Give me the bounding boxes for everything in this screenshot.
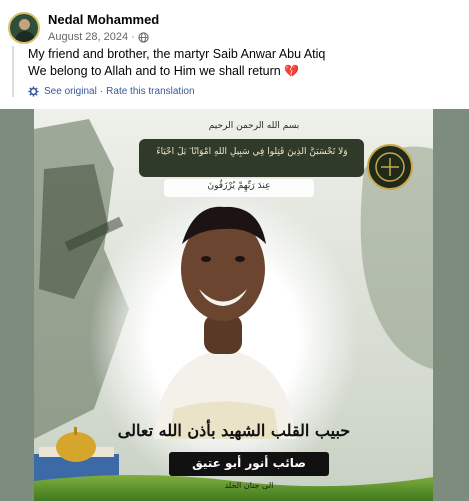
rate-translation-link[interactable]: Rate this translation (106, 86, 194, 97)
post-date[interactable]: August 28, 2024 (48, 30, 128, 45)
post-line-2: We belong to Allah and to Him we shall r… (28, 63, 459, 80)
facebook-post: Nedal Mohammed August 28, 2024 · My frie… (0, 0, 469, 501)
author-name[interactable]: Nedal Mohammed (48, 12, 159, 28)
translation-bar: See original · Rate this translation (28, 86, 459, 97)
post-image-area[interactable]: بسم الله الرحمن الرحيم وَلَا تَحْسَبَنَّ… (0, 109, 469, 501)
broken-heart-emoji: 💔 (284, 64, 300, 78)
poster-title-line: حبيب القلب الشهيد بأذن الله تعالى (117, 421, 351, 440)
post-text: My friend and brother, the martyr Saib A… (12, 46, 459, 97)
translate-separator: · (99, 86, 104, 97)
poster-bismillah: بسم الله الرحمن الرحيم (208, 121, 300, 131)
post-meta: Nedal Mohammed August 28, 2024 · (48, 12, 159, 45)
poster-quran-verse: وَلَا تَحْسَبَنَّ الَّذِينَ قُتِلُوا فِي… (156, 147, 348, 157)
post-line-1: My friend and brother, the martyr Saib A… (28, 47, 326, 61)
poster-footer: الى جنان الخلد (224, 481, 274, 490)
post-subline: August 28, 2024 · (48, 30, 159, 45)
globe-icon[interactable] (138, 31, 149, 43)
poster-name: صائب أنور أبو عتيق (192, 456, 306, 470)
avatar[interactable] (8, 12, 40, 44)
post-header: Nedal Mohammed August 28, 2024 · (8, 10, 159, 46)
poster-artwork (34, 109, 433, 501)
see-original-link[interactable]: See original (44, 86, 97, 97)
memorial-poster[interactable]: بسم الله الرحمن الرحيم وَلَا تَحْسَبَنَّ… (34, 109, 433, 501)
post-line-2-text: We belong to Allah and to Him we shall r… (28, 64, 281, 78)
gear-icon (28, 86, 39, 97)
date-separator: · (131, 30, 135, 43)
poster-quran-verse-2: عِندَ رَبِّهِمْ يُرْزَقُونَ (207, 181, 271, 191)
